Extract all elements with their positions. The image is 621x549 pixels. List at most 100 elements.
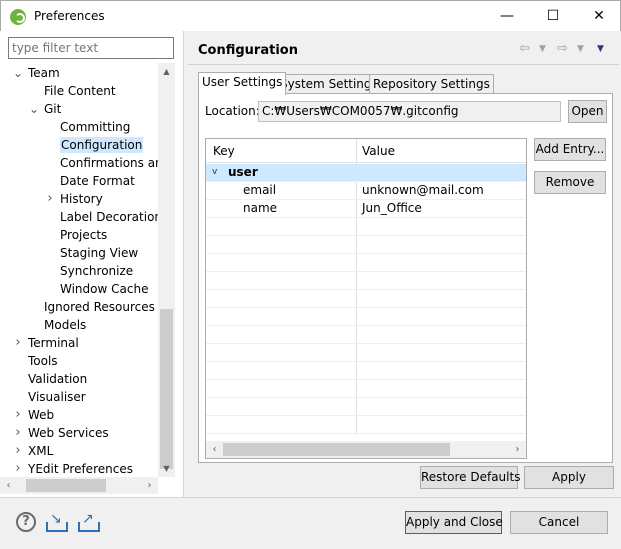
tree-item[interactable]: Team <box>28 64 60 82</box>
table-horizontal-scrollbar[interactable]: ‹ › <box>206 441 526 458</box>
tree-item[interactable]: Ignored Resources <box>44 298 155 316</box>
tree-item-label: Window Cache <box>60 282 149 296</box>
page-navigation: ⇦ ▼ ⇨ ▼ ▼ <box>519 41 619 59</box>
column-header-value[interactable]: Value <box>362 144 395 158</box>
tree-item-label: Date Format <box>60 174 135 188</box>
location-field: C:₩Users₩COM0057₩.gitconfig <box>258 101 561 122</box>
chevron-right-icon[interactable]: › <box>13 424 23 442</box>
tree-item-label: Tools <box>28 354 58 368</box>
tab-user-settings[interactable]: User Settings <box>198 72 287 95</box>
scroll-left-icon[interactable]: ‹ <box>0 477 17 494</box>
tree-item[interactable]: XML <box>28 442 53 460</box>
empty-row <box>206 290 526 308</box>
chevron-right-icon[interactable]: › <box>13 442 23 460</box>
key-cell: name <box>243 201 278 215</box>
tree-item[interactable]: Configuration <box>60 136 144 154</box>
tree-item-label: Synchronize <box>60 264 134 278</box>
scroll-left-icon[interactable]: ‹ <box>206 441 223 458</box>
remove-button[interactable]: Remove <box>534 171 606 194</box>
tree-horizontal-scrollbar[interactable]: ‹ › <box>0 477 158 494</box>
tree-item[interactable]: Visualiser <box>28 388 86 406</box>
scrollbar-thumb[interactable] <box>26 479 106 492</box>
column-header-key[interactable]: Key <box>213 144 235 158</box>
tree-item[interactable]: Models <box>44 316 86 334</box>
back-arrow-icon[interactable]: ⇦ <box>519 41 530 56</box>
tree-item[interactable]: Committing <box>60 118 130 136</box>
app-icon <box>10 9 26 25</box>
tree-item[interactable]: Staging View <box>60 244 138 262</box>
export-icon[interactable]: ↗ <box>78 512 100 532</box>
settings-tabs: User Settings System Settings Repository… <box>198 72 611 95</box>
back-dropdown-icon[interactable]: ▼ <box>539 44 546 54</box>
tree-item[interactable]: Window Cache <box>60 280 148 298</box>
chevron-right-icon[interactable]: › <box>45 190 55 208</box>
tree-item[interactable]: Projects <box>60 226 107 244</box>
close-button[interactable]: ✕ <box>576 1 621 31</box>
tree-item[interactable]: Confirmations and <box>60 154 158 172</box>
open-button[interactable]: Open <box>568 100 607 123</box>
tree-item[interactable]: Synchronize <box>60 262 133 280</box>
tree-item-label: Terminal <box>28 336 79 350</box>
dialog-button-bar: ? ↘ ↗ Apply and Close Cancel <box>0 497 621 549</box>
header-divider <box>188 64 619 65</box>
scroll-down-icon[interactable]: ▼ <box>158 460 175 477</box>
tree-item[interactable]: Validation <box>28 370 87 388</box>
tree-item[interactable]: Terminal <box>28 334 79 352</box>
title-bar: Preferences — ☐ ✕ <box>0 0 621 31</box>
empty-row <box>206 416 526 434</box>
scrollbar-thumb[interactable] <box>160 309 173 469</box>
apply-and-close-button[interactable]: Apply and Close <box>405 511 503 534</box>
tree-item-label: YEdit Preferences <box>28 462 133 476</box>
tree-item-label: Label Decorations <box>60 210 158 224</box>
value-cell: unknown@mail.com <box>362 183 484 197</box>
cancel-button[interactable]: Cancel <box>510 511 608 534</box>
view-menu-icon[interactable]: ▼ <box>597 44 604 54</box>
apply-button[interactable]: Apply <box>524 466 614 489</box>
empty-row <box>206 218 526 236</box>
chevron-right-icon[interactable]: › <box>13 460 23 477</box>
tree-item[interactable]: Tools <box>28 352 58 370</box>
restore-defaults-button[interactable]: Restore Defaults <box>420 466 520 489</box>
minimize-button[interactable]: — <box>484 1 530 31</box>
chevron-right-icon[interactable]: › <box>13 406 23 424</box>
scroll-right-icon[interactable]: › <box>141 477 158 494</box>
table-group-row[interactable]: v user <box>206 164 526 182</box>
tree-item[interactable]: Web Services <box>28 424 109 442</box>
scrollbar-thumb[interactable] <box>223 443 450 456</box>
chevron-down-icon[interactable]: ⌄ <box>29 100 39 118</box>
scroll-right-icon[interactable]: › <box>509 441 526 458</box>
empty-row <box>206 326 526 344</box>
add-entry-button[interactable]: Add Entry... <box>534 138 606 161</box>
table-row[interactable]: email unknown@mail.com <box>206 182 526 200</box>
tree-item[interactable]: Git <box>44 100 61 118</box>
import-icon[interactable]: ↘ <box>46 512 68 532</box>
tab-system-settings[interactable]: System Settings <box>276 74 382 94</box>
filter-input[interactable] <box>8 37 174 59</box>
tree-vertical-scrollbar[interactable]: ▲ ▼ <box>158 63 175 477</box>
chevron-down-icon[interactable]: v <box>212 167 217 177</box>
tree-item-label: Web Services <box>28 426 109 440</box>
maximize-button[interactable]: ☐ <box>530 1 576 31</box>
tree-item[interactable]: Web <box>28 406 54 424</box>
tree-item[interactable]: History <box>60 190 103 208</box>
chevron-down-icon[interactable]: ⌄ <box>13 64 23 82</box>
forward-arrow-icon[interactable]: ⇨ <box>557 41 568 56</box>
forward-dropdown-icon[interactable]: ▼ <box>577 44 584 54</box>
table-row[interactable]: name Jun_Office <box>206 200 526 218</box>
help-icon[interactable]: ? <box>16 512 36 532</box>
empty-row <box>206 344 526 362</box>
chevron-right-icon[interactable]: › <box>13 334 23 352</box>
tree-item[interactable]: Date Format <box>60 172 135 190</box>
tree-item[interactable]: YEdit Preferences <box>28 460 133 477</box>
tree-item[interactable]: Label Decorations <box>60 208 158 226</box>
export-arrow-icon: ↗ <box>82 511 94 527</box>
tab-repository-settings[interactable]: Repository Settings <box>369 74 494 94</box>
empty-row <box>206 362 526 380</box>
empty-row <box>206 308 526 326</box>
config-table[interactable]: Key Value v user email unknown@mail.com na… <box>205 138 527 459</box>
tree-item-label: Validation <box>28 372 88 386</box>
user-settings-panel: Location: C:₩Users₩COM0057₩.gitconfig Op… <box>198 93 613 463</box>
tree-item-label: Committing <box>60 120 131 134</box>
tree-item[interactable]: File Content <box>44 82 116 100</box>
scroll-up-icon[interactable]: ▲ <box>158 63 175 80</box>
